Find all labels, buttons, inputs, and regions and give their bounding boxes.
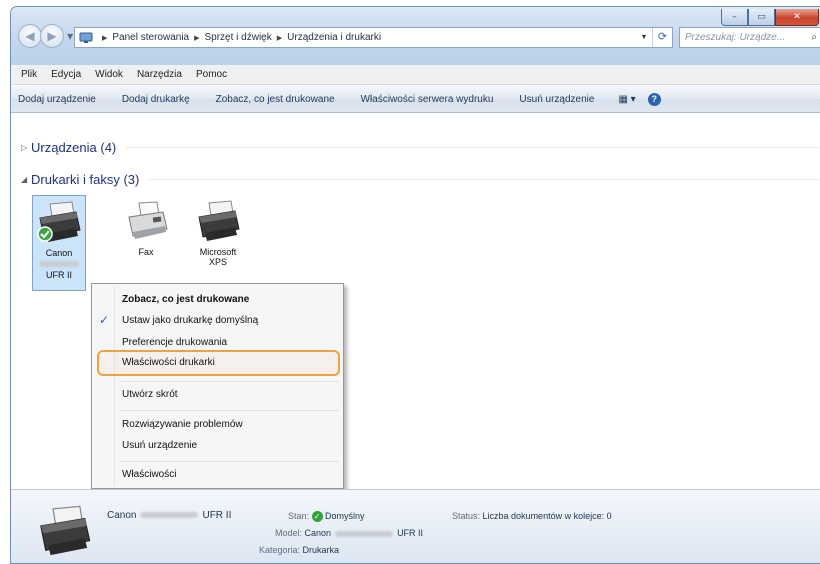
close-button[interactable]: ✕ xyxy=(775,9,819,26)
status-label: Status: xyxy=(452,511,481,521)
details-status: Status: Liczba dokumentów w kolejce: 0 xyxy=(452,511,612,521)
breadcrumb-separator: ▶ xyxy=(102,34,108,42)
state-value: Domyślny xyxy=(325,511,365,521)
redacted-model-text xyxy=(39,261,79,267)
device-name: Fax xyxy=(138,247,154,257)
group-printers-label: Drukarki i faksy (3) xyxy=(31,172,140,187)
menu-edit[interactable]: Edycja xyxy=(51,69,81,80)
group-devices[interactable]: ▷ Urządzenia (4) xyxy=(21,140,819,155)
details-state: Stan: ✓ Domyślny xyxy=(288,511,365,523)
command-bar: Dodaj urządzenie Dodaj drukarkę Zobacz, … xyxy=(11,86,820,113)
menu-item-properties[interactable]: Właściwości xyxy=(122,469,176,480)
redacted-model-text xyxy=(335,530,394,537)
change-view-button[interactable]: ▦ ▾ xyxy=(618,94,635,105)
group-printers-faxes[interactable]: ◢ Drukarki i faksy (3) xyxy=(21,172,819,187)
fax-icon xyxy=(128,201,168,239)
details-category: Kategoria: Drukarka xyxy=(259,545,339,555)
search-placeholder: Przeszukaj: Urządze... xyxy=(685,32,786,43)
menu-separator xyxy=(120,381,339,382)
breadcrumb-separator: ▶ xyxy=(194,34,200,42)
details-name-prefix: Canon xyxy=(107,510,137,521)
print-server-properties-button[interactable]: Właściwości serwera wydruku xyxy=(361,94,494,105)
menu-file[interactable]: Plik xyxy=(21,69,37,80)
breadcrumb-control-panel[interactable]: Panel sterowania xyxy=(112,32,189,43)
device-microsoft-xps[interactable]: Microsoft XPS xyxy=(191,195,245,267)
breadcrumb-separator: ▶ xyxy=(276,34,283,42)
menu-item-printer-properties[interactable]: Właściwości drukarki xyxy=(122,357,215,368)
navigation-buttons: ◀ ▶ ▼ xyxy=(18,24,78,50)
menu-item-set-default[interactable]: Ustaw jako drukarkę domyślną xyxy=(122,315,258,326)
menu-gutter xyxy=(114,286,115,486)
help-icon[interactable]: ? xyxy=(647,92,661,106)
menu-item-see-whats-printing[interactable]: Zobacz, co jest drukowane xyxy=(122,294,249,305)
forward-button[interactable]: ▶ xyxy=(40,24,64,48)
menu-item-create-shortcut[interactable]: Utwórz skrót xyxy=(122,389,178,400)
device-name: Canon xyxy=(45,248,73,258)
see-whats-printing-button[interactable]: Zobacz, co jest drukowane xyxy=(216,94,335,105)
collapse-triangle-icon[interactable]: ◢ xyxy=(21,175,31,184)
device-name-line2: XPS xyxy=(208,257,227,267)
add-device-button[interactable]: Dodaj urządzenie xyxy=(18,94,96,105)
address-bar[interactable]: ▶ Panel sterowania ▶ Sprzęt i dźwięk ▶ U… xyxy=(74,27,673,48)
breadcrumb-devices-printers[interactable]: Urządzenia i drukarki xyxy=(287,32,381,43)
details-model: Model: Canon UFR II xyxy=(275,528,423,538)
title-bar: – ▭ ✕ ◀ ▶ ▼ ▶ Panel sterowania ▶ Sprzęt … xyxy=(11,7,820,65)
model-label: Model: xyxy=(275,528,303,538)
window-controls: – ▭ ✕ xyxy=(721,9,819,26)
address-dropdown[interactable]: ▼ xyxy=(636,34,652,41)
menu-bar: Plik Edycja Widok Narzędzia Pomoc xyxy=(11,65,820,85)
menu-item-remove-device[interactable]: Usuń urządzenie xyxy=(122,440,197,451)
refresh-button[interactable]: ⟳ xyxy=(652,28,672,47)
menu-separator xyxy=(120,461,339,462)
control-panel-icon xyxy=(75,28,97,47)
menu-item-printing-preferences[interactable]: Preferencje drukowania xyxy=(122,337,227,348)
expand-triangle-icon[interactable]: ▷ xyxy=(21,143,31,152)
remove-device-button[interactable]: Usuń urządzenie xyxy=(519,94,594,105)
menu-item-troubleshoot[interactable]: Rozwiązywanie problemów xyxy=(122,419,243,430)
details-pane: Canon UFR II Stan: ✓ Domyślny Status: Lic… xyxy=(11,489,820,563)
group-divider xyxy=(126,147,819,148)
status-value: Liczba dokumentów w kolejce: 0 xyxy=(482,511,612,521)
search-input[interactable]: Przeszukaj: Urządze... ⌕ xyxy=(679,27,820,48)
checkmark-icon: ✓ xyxy=(99,313,110,327)
search-icon[interactable]: ⌕ xyxy=(811,28,817,47)
group-divider xyxy=(149,179,819,180)
category-label: Kategoria: xyxy=(259,545,301,555)
menu-help[interactable]: Pomoc xyxy=(196,69,227,80)
redacted-model-text xyxy=(140,512,199,519)
details-device-name: Canon UFR II xyxy=(107,510,231,521)
device-name-line2: UFR II xyxy=(46,270,72,280)
minimize-button[interactable]: – xyxy=(721,9,748,26)
model-prefix: Canon xyxy=(304,528,332,538)
menu-view[interactable]: Widok xyxy=(95,69,123,80)
device-fax[interactable]: Fax xyxy=(119,195,173,257)
breadcrumb-hardware-sound[interactable]: Sprzęt i dźwięk xyxy=(205,32,272,43)
explorer-window: – ▭ ✕ ◀ ▶ ▼ ▶ Panel sterowania ▶ Sprzęt … xyxy=(10,6,820,564)
printer-icon xyxy=(198,200,240,241)
device-canon-printer[interactable]: Canon UFR II xyxy=(32,195,86,291)
menu-separator xyxy=(120,410,339,411)
default-check-icon: ✓ xyxy=(311,511,323,523)
back-button[interactable]: ◀ xyxy=(18,24,42,48)
group-devices-label: Urządzenia (4) xyxy=(31,140,117,155)
device-name: Microsoft xyxy=(199,247,237,257)
add-printer-button[interactable]: Dodaj drukarkę xyxy=(122,94,190,105)
printer-icon xyxy=(40,505,91,556)
maximize-button[interactable]: ▭ xyxy=(748,9,775,26)
model-suffix: UFR II xyxy=(397,528,424,538)
category-value: Drukarka xyxy=(302,545,340,555)
state-label: Stan: xyxy=(288,511,310,521)
context-menu: Zobacz, co jest drukowane ✓ Ustaw jako d… xyxy=(91,283,344,489)
menu-tools[interactable]: Narzędzia xyxy=(137,69,182,80)
details-name-suffix: UFR II xyxy=(202,510,232,521)
recent-pages-dropdown[interactable]: ▼ xyxy=(67,32,73,41)
printer-icon xyxy=(37,201,81,242)
